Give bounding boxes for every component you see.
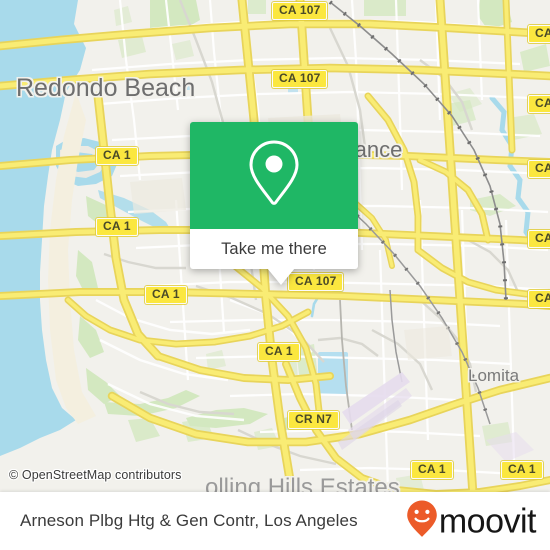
highway-shield: CR N7 (288, 411, 340, 429)
highway-shield: CA 1 (528, 290, 550, 308)
moovit-pin-smile-icon (406, 500, 438, 543)
highway-shield: CA 1 (528, 95, 550, 113)
highway-shield: CA 1 (145, 286, 187, 304)
highway-shield: CA 107 (272, 2, 328, 20)
map-pin-icon (246, 138, 302, 213)
highway-shield: CA 1 (96, 218, 138, 236)
location-popup-card[interactable]: Take me there (190, 122, 358, 285)
highway-shield: CA 1 (411, 461, 453, 479)
map-attribution[interactable]: © OpenStreetMap contributors (9, 468, 182, 482)
place-label-redondo-beach: Redondo Beach (16, 74, 196, 102)
highway-shield: CA 1 (258, 343, 300, 361)
highway-shield: CA 1 (528, 25, 550, 43)
take-me-there-label: Take me there (221, 239, 327, 258)
popup-action-row[interactable]: Take me there (190, 229, 358, 285)
bottom-title-bar: Arneson Plbg Htg & Gen Contr, Los Angele… (0, 492, 550, 550)
highway-shield: CA 1 (528, 160, 550, 178)
popup-pointer (267, 268, 295, 285)
highway-shield: CA 1 (528, 230, 550, 248)
highway-shield: CA 107 (272, 70, 328, 88)
highway-shield: CA 107 (288, 273, 344, 291)
highway-shield: CA 1 (501, 461, 543, 479)
moovit-wordmark: moovit (438, 502, 537, 540)
highway-shield: CA 1 (96, 147, 138, 165)
location-title: Arneson Plbg Htg & Gen Contr, Los Angele… (20, 511, 358, 530)
place-label-lomita: Lomita (468, 366, 520, 385)
moovit-map-screen: Redondo Beach rrance Lomita olling Hills… (0, 0, 550, 550)
moovit-logo[interactable]: moovit (406, 500, 537, 543)
popup-header (190, 122, 358, 229)
